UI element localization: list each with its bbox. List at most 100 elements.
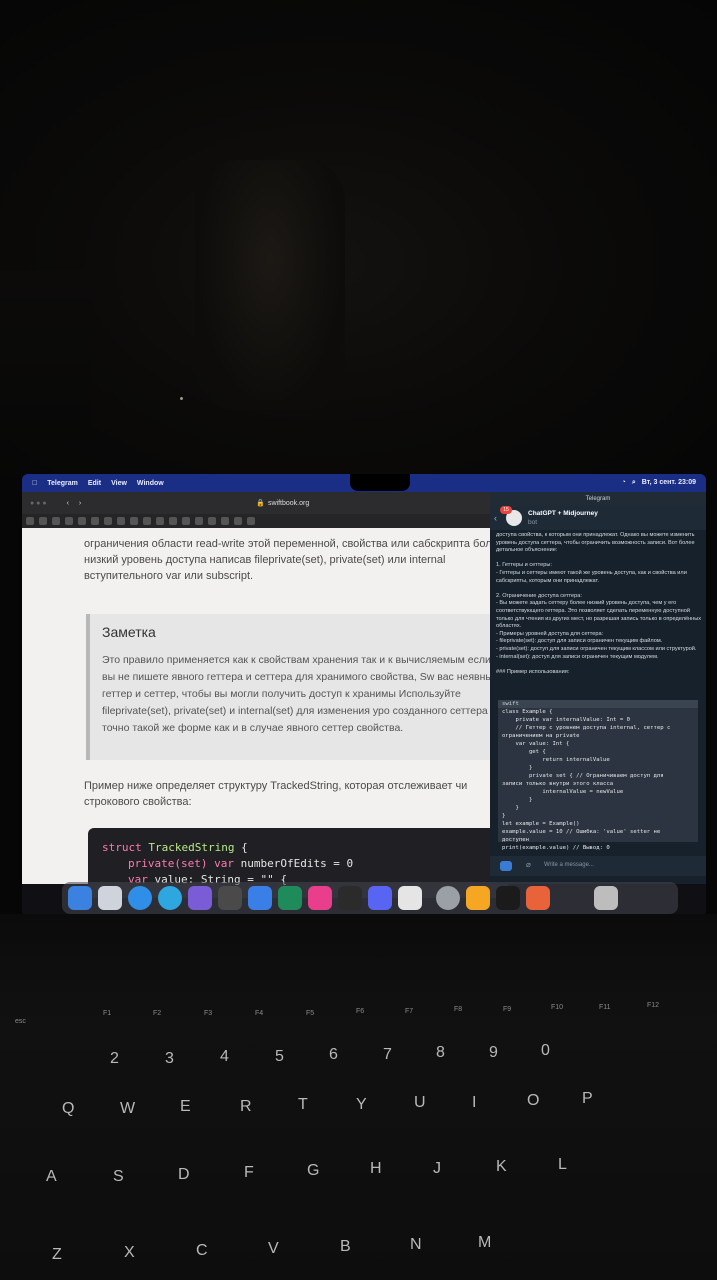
favorite-icon[interactable] (39, 517, 47, 525)
key-f9[interactable]: F9 (503, 1006, 511, 1013)
key-6[interactable]: 6 (329, 1046, 338, 1064)
finder-icon[interactable] (68, 886, 92, 910)
key-0[interactable]: 0 (541, 1042, 550, 1060)
key-d[interactable]: D (178, 1166, 190, 1184)
key-l[interactable]: L (558, 1156, 567, 1174)
key-2[interactable]: 2 (110, 1050, 119, 1068)
key-f4[interactable]: F4 (255, 1010, 263, 1017)
key-y[interactable]: Y (356, 1096, 367, 1114)
key-o[interactable]: O (527, 1092, 539, 1110)
attach-icon[interactable]: ⌀ (526, 860, 531, 869)
key-p[interactable]: P (582, 1090, 593, 1108)
key-f8[interactable]: F8 (454, 1006, 462, 1013)
key-3[interactable]: 3 (165, 1050, 174, 1068)
favorite-icon[interactable] (104, 517, 112, 525)
key-5[interactable]: 5 (275, 1048, 284, 1066)
menu-view[interactable]: View (111, 480, 127, 487)
favorite-icon[interactable] (117, 517, 125, 525)
favorite-icon[interactable] (65, 517, 73, 525)
favorite-icon[interactable] (221, 517, 229, 525)
key-x[interactable]: X (124, 1244, 135, 1262)
key-u[interactable]: U (414, 1094, 426, 1112)
key-m[interactable]: M (478, 1234, 491, 1252)
settings-icon[interactable] (436, 886, 460, 910)
key-a[interactable]: A (46, 1168, 57, 1186)
menu-app-name[interactable]: Telegram (47, 480, 78, 487)
search-icon[interactable]: ⌕ (632, 479, 636, 487)
key-f1[interactable]: F1 (103, 1010, 111, 1017)
key-4[interactable]: 4 (220, 1048, 229, 1066)
menu-icon[interactable] (500, 861, 512, 871)
key-b[interactable]: B (340, 1238, 351, 1256)
key-w[interactable]: W (120, 1100, 135, 1118)
key-q[interactable]: Q (62, 1100, 74, 1118)
chat-header[interactable]: ‹ 15 ChatGPT + Midjourney bot (490, 506, 706, 530)
chat-name[interactable]: ChatGPT + Midjourney (528, 510, 598, 517)
key-9[interactable]: 9 (489, 1044, 498, 1062)
menu-window[interactable]: Window (137, 480, 164, 487)
key-f3[interactable]: F3 (204, 1010, 212, 1017)
apple-icon[interactable]:  (32, 480, 37, 487)
key-n[interactable]: N (410, 1236, 422, 1254)
key-f11[interactable]: F11 (599, 1004, 611, 1011)
key-c[interactable]: C (196, 1242, 208, 1260)
favorite-icon[interactable] (234, 517, 242, 525)
favorite-icon[interactable] (247, 517, 255, 525)
xcode-icon[interactable] (248, 886, 272, 910)
notes-icon[interactable] (466, 886, 490, 910)
window-controls-icon[interactable]: ● ● ● (30, 500, 47, 507)
key-esc[interactable]: esc (15, 1018, 26, 1025)
key-f5[interactable]: F5 (306, 1010, 314, 1017)
back-icon[interactable]: ‹ (67, 500, 69, 507)
favorite-icon[interactable] (182, 517, 190, 525)
discord-icon[interactable] (368, 886, 392, 910)
chatgpt-icon[interactable] (398, 886, 422, 910)
favorite-icon[interactable] (52, 517, 60, 525)
favorite-icon[interactable] (143, 517, 151, 525)
favorite-icon[interactable] (78, 517, 86, 525)
key-f10[interactable]: F10 (551, 1004, 563, 1011)
key-f[interactable]: F (244, 1164, 254, 1182)
launchpad-icon[interactable] (98, 886, 122, 910)
key-v[interactable]: V (268, 1240, 279, 1258)
favorite-icon[interactable] (195, 517, 203, 525)
key-g[interactable]: G (307, 1162, 319, 1180)
safari-icon[interactable] (128, 886, 152, 910)
app-icon[interactable] (496, 886, 520, 910)
favorite-icon[interactable] (208, 517, 216, 525)
key-7[interactable]: 7 (383, 1046, 392, 1064)
favorite-icon[interactable] (26, 517, 34, 525)
key-f12[interactable]: F12 (647, 1002, 659, 1009)
app-icon[interactable] (188, 886, 212, 910)
key-t[interactable]: T (298, 1096, 308, 1114)
telegram-icon[interactable] (158, 886, 182, 910)
appcode-icon[interactable] (338, 886, 362, 910)
address-bar[interactable]: swiftbook.org (268, 500, 309, 507)
key-j[interactable]: J (433, 1160, 441, 1178)
trash-icon[interactable] (594, 886, 618, 910)
key-f2[interactable]: F2 (153, 1010, 161, 1017)
forward-icon[interactable]: › (79, 500, 81, 507)
message-input[interactable]: ⌀ Write a message... (490, 856, 706, 876)
key-i[interactable]: I (472, 1094, 476, 1112)
back-icon[interactable]: ‹ (494, 513, 497, 523)
key-k[interactable]: K (496, 1158, 507, 1176)
key-f6[interactable]: F6 (356, 1008, 364, 1015)
key-s[interactable]: S (113, 1168, 124, 1186)
favorite-icon[interactable] (169, 517, 177, 525)
key-e[interactable]: E (180, 1098, 191, 1116)
key-z[interactable]: Z (52, 1246, 62, 1264)
datagrip-icon[interactable] (278, 886, 302, 910)
key-h[interactable]: H (370, 1160, 382, 1178)
key-8[interactable]: 8 (436, 1044, 445, 1062)
app-icon[interactable] (218, 886, 242, 910)
swift-icon[interactable] (526, 886, 550, 910)
wifi-icon[interactable]: ◔ (622, 479, 626, 487)
key-f7[interactable]: F7 (405, 1008, 413, 1015)
favorite-icon[interactable] (156, 517, 164, 525)
menu-clock[interactable]: Вт, 3 сент. 23:09 (642, 479, 696, 487)
menu-edit[interactable]: Edit (88, 480, 101, 487)
intellij-icon[interactable] (308, 886, 332, 910)
key-r[interactable]: R (240, 1098, 252, 1116)
favorite-icon[interactable] (130, 517, 138, 525)
